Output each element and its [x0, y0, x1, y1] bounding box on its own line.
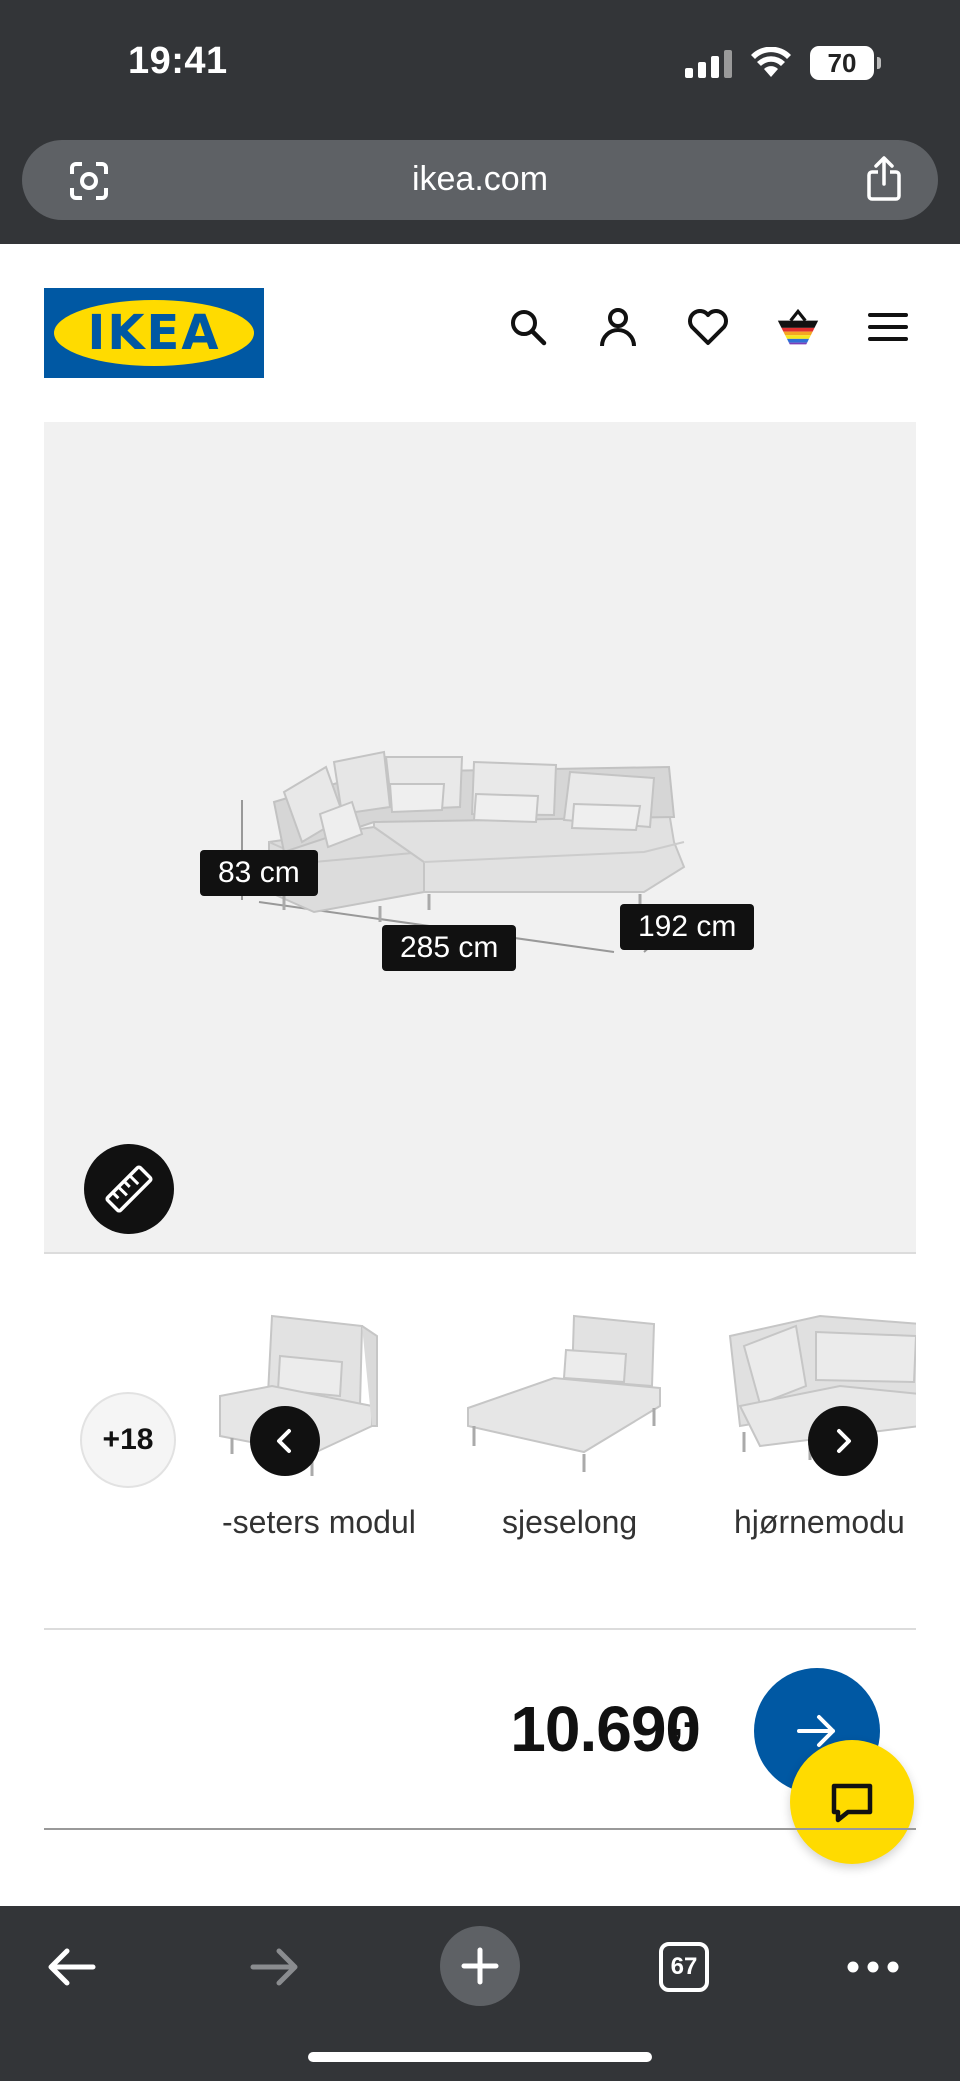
thumbnail-label[interactable]: hjørnemodu: [734, 1504, 905, 1541]
more-variants-button[interactable]: +18: [80, 1392, 176, 1488]
url-text[interactable]: ikea.com: [22, 160, 938, 199]
thumbnail-item[interactable]: [464, 1276, 684, 1496]
logo-text: IKEA: [87, 305, 221, 361]
thumbnail-label[interactable]: -seters modul: [222, 1504, 416, 1541]
battery-level: 70: [827, 47, 857, 78]
share-icon[interactable]: [864, 156, 904, 202]
chevron-left-icon: [277, 1429, 291, 1453]
more-options-button[interactable]: [838, 1932, 908, 2002]
arrow-right-icon: [250, 1948, 298, 1986]
dimension-height: 83 cm: [200, 850, 318, 896]
header-actions: [506, 305, 910, 349]
status-time: 19:41: [128, 40, 228, 82]
arrow-left-icon: [48, 1948, 96, 1986]
measure-button[interactable]: [84, 1144, 174, 1234]
signal-icon: [685, 48, 732, 78]
browser-bottom-toolbar: 67: [0, 1906, 960, 2081]
basket-icon[interactable]: [776, 305, 820, 349]
logo-oval: IKEA: [54, 300, 254, 366]
divider: [44, 1828, 916, 1830]
heart-icon[interactable]: [686, 305, 730, 349]
status-icons: 70: [685, 46, 881, 80]
dimension-width: 285 cm: [382, 925, 517, 971]
plus-icon: [461, 1947, 499, 1985]
ruler-icon: [105, 1165, 153, 1213]
product-image[interactable]: 83 cm 285 cm 192 cm: [44, 422, 916, 1254]
home-indicator: [308, 2052, 652, 2062]
carousel-next-button[interactable]: [808, 1406, 878, 1476]
variant-thumbnails: +18 -seters modul sjeselong hjørnemodu: [44, 1256, 916, 1556]
thumbnail-label[interactable]: sjeselong: [502, 1504, 637, 1541]
battery-icon: 70: [810, 46, 881, 80]
search-icon[interactable]: [506, 305, 550, 349]
forward-button[interactable]: [240, 1932, 310, 2002]
divider: [44, 1628, 916, 1630]
tab-count: 67: [659, 1942, 709, 1992]
chat-button[interactable]: [790, 1740, 914, 1864]
wifi-icon: [751, 47, 791, 77]
more-dots-icon: [847, 1961, 899, 1973]
sofa-image: [241, 750, 690, 953]
address-bar[interactable]: ikea.com: [22, 140, 938, 220]
back-button[interactable]: [36, 1932, 106, 2002]
tabs-button[interactable]: 67: [649, 1932, 719, 2002]
browser-top-chrome: 19:41 70 ikea.com: [0, 0, 960, 244]
menu-icon[interactable]: [866, 305, 910, 349]
carousel-prev-button[interactable]: [250, 1406, 320, 1476]
thumbnail-item[interactable]: [212, 1276, 432, 1496]
dimension-depth: 192 cm: [620, 904, 755, 950]
price-suffix: ,-: [672, 1700, 697, 1744]
thumbnail-image: [467, 1314, 661, 1472]
chat-icon: [831, 1783, 873, 1823]
ikea-logo[interactable]: IKEA: [44, 288, 264, 378]
thumbnail-image: [219, 1314, 378, 1476]
chevron-right-icon: [837, 1429, 851, 1453]
account-icon[interactable]: [596, 305, 640, 349]
new-tab-button[interactable]: [440, 1926, 520, 2006]
